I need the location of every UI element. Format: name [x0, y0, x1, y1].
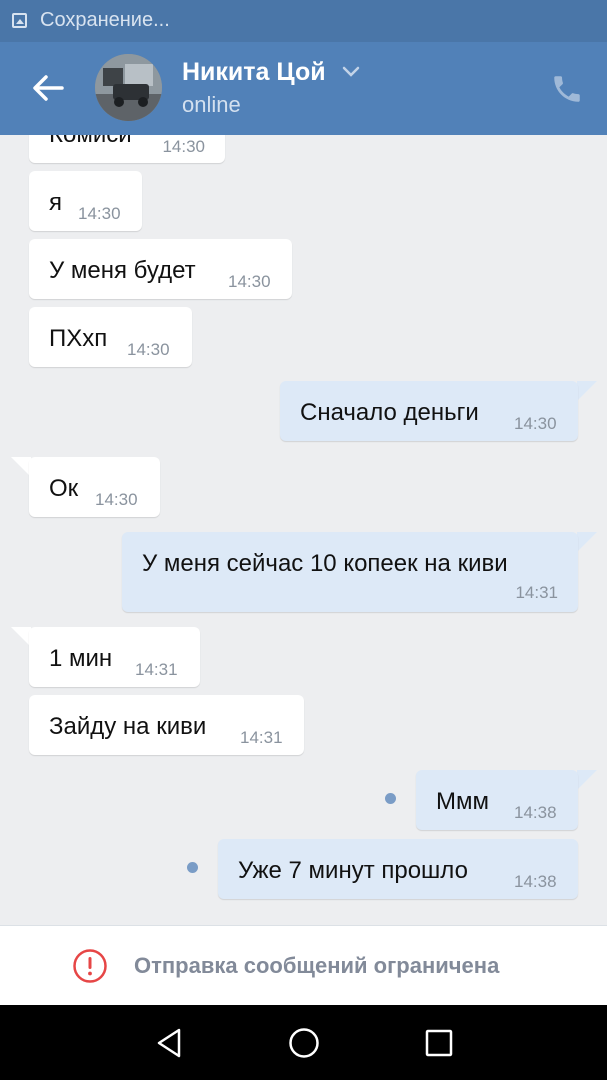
message-time: 14:30	[162, 137, 205, 156]
message-text: Ок	[49, 475, 79, 502]
incoming-message[interactable]: У меня будет 14:30	[29, 239, 292, 299]
incoming-message[interactable]: 1 мин 14:31	[29, 627, 200, 687]
message-text: Уже 7 минут прошло	[238, 857, 468, 884]
message-list[interactable]: Комиси 14:30 я 14:30 У меня будет 14:30 …	[0, 135, 607, 925]
message-text: Комиси	[49, 135, 132, 149]
outgoing-message[interactable]: Ммм 14:38	[416, 770, 578, 830]
messaging-restricted-notice: Отправка сообщений ограничена	[134, 953, 500, 978]
incoming-message[interactable]: я 14:30	[29, 171, 142, 231]
message-text: Ммм	[436, 788, 489, 815]
message-time: 14:30	[95, 490, 138, 509]
message-text: ПХхп	[49, 325, 108, 352]
warning-icon	[73, 949, 107, 983]
incoming-message[interactable]: Комиси 14:30	[29, 135, 225, 163]
message-time: 14:30	[78, 204, 121, 223]
unread-indicator	[385, 793, 396, 804]
unread-indicator	[187, 862, 198, 873]
bubble-tail	[577, 770, 597, 790]
avatar[interactable]	[95, 54, 162, 121]
composer-bar: Отправка сообщений ограничена	[0, 925, 607, 1005]
message-text: Зайду на киви	[49, 713, 207, 740]
contact-status: online	[182, 92, 241, 117]
message-text: 1 мин	[49, 645, 113, 672]
message-time: 14:31	[135, 660, 178, 679]
phone-icon[interactable]	[550, 72, 584, 106]
nav-home-icon[interactable]	[286, 1025, 322, 1061]
image-save-icon	[12, 13, 27, 28]
chat-header: Никита Цой online	[0, 42, 607, 135]
nav-recents-icon[interactable]	[421, 1025, 457, 1061]
message-text: У меня будет	[49, 257, 196, 284]
bubble-tail	[577, 532, 597, 552]
message-text: я	[49, 189, 62, 216]
bubble-tail	[577, 381, 597, 401]
message-time: 14:38	[514, 803, 557, 822]
message-time: 14:38	[514, 872, 557, 891]
system-nav-bar	[0, 1005, 607, 1080]
message-time: 14:31	[240, 728, 283, 747]
status-bar-text: Сохранение...	[40, 9, 170, 31]
back-arrow-icon[interactable]	[28, 70, 68, 106]
message-time: 14:30	[228, 272, 271, 291]
message-time: 14:31	[515, 583, 558, 602]
chevron-down-icon[interactable]	[342, 66, 360, 78]
contact-name[interactable]: Никита Цой	[182, 58, 326, 87]
bubble-tail	[11, 627, 31, 647]
message-time: 14:30	[514, 414, 557, 433]
message-time: 14:30	[127, 340, 170, 359]
outgoing-message[interactable]: Уже 7 минут прошло 14:38	[218, 839, 578, 899]
status-bar: Сохранение...	[0, 0, 607, 42]
incoming-message[interactable]: Ок 14:30	[29, 457, 160, 517]
message-text: У меня сейчас 10 копеек на киви	[142, 550, 508, 577]
nav-back-icon[interactable]	[151, 1025, 187, 1061]
message-text: Сначало деньги	[300, 399, 479, 426]
outgoing-message[interactable]: Сначало деньги 14:30	[280, 381, 578, 441]
bubble-tail	[11, 457, 31, 477]
incoming-message[interactable]: Зайду на киви 14:31	[29, 695, 304, 755]
outgoing-message[interactable]: У меня сейчас 10 копеек на киви 14:31	[122, 532, 578, 612]
incoming-message[interactable]: ПХхп 14:30	[29, 307, 192, 367]
